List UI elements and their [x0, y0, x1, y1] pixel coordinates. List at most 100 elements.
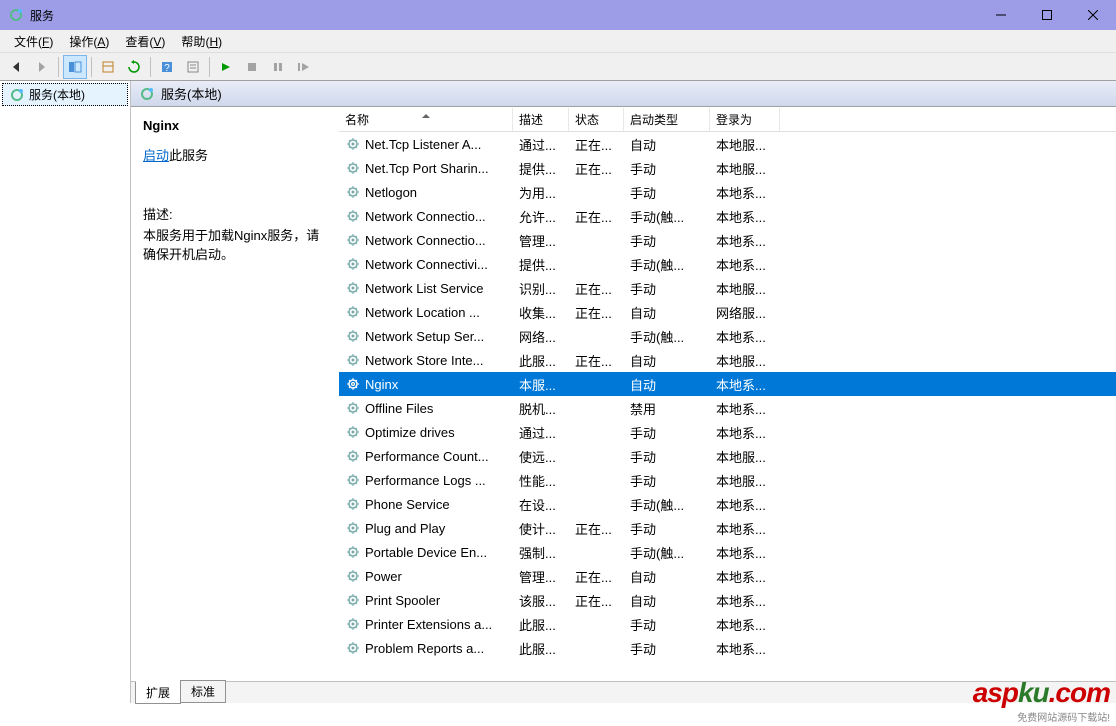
service-startup: 自动 [624, 348, 710, 372]
service-status [569, 612, 624, 636]
service-startup: 手动(触... [624, 252, 710, 276]
service-row[interactable]: Offline Files脱机...禁用本地系... [339, 396, 1116, 420]
service-row[interactable]: Optimize drives通过...手动本地系... [339, 420, 1116, 444]
service-name: Phone Service [365, 497, 450, 512]
start-service-button[interactable] [214, 55, 238, 79]
service-row[interactable]: Phone Service在设...手动(触...本地系... [339, 492, 1116, 516]
service-startup: 自动 [624, 372, 710, 396]
col-name[interactable]: 名称 [339, 108, 513, 131]
service-startup: 自动 [624, 300, 710, 324]
service-row[interactable]: Netlogon为用...手动本地系... [339, 180, 1116, 204]
service-name: Net.Tcp Port Sharin... [365, 161, 489, 176]
service-status: 正在... [569, 516, 624, 540]
service-desc: 此服... [513, 612, 569, 636]
service-startup: 手动(触... [624, 204, 710, 228]
gear-icon [345, 328, 361, 344]
service-status [569, 492, 624, 516]
service-row[interactable]: Network Connectio...允许...正在...手动(触...本地系… [339, 204, 1116, 228]
service-logon: 本地系... [710, 180, 780, 204]
minimize-button[interactable] [978, 0, 1024, 30]
gear-icon [345, 496, 361, 512]
service-startup: 手动 [624, 444, 710, 468]
col-startup[interactable]: 启动类型 [624, 108, 710, 131]
service-row[interactable]: Network Location ...收集...正在...自动网络服... [339, 300, 1116, 324]
service-row[interactable]: Network Connectio...管理...手动本地系... [339, 228, 1116, 252]
service-name: Network Store Inte... [365, 353, 484, 368]
menu-action[interactable]: 操作(A) [61, 31, 117, 52]
service-desc: 识别... [513, 276, 569, 300]
restart-service-button[interactable] [292, 55, 316, 79]
service-row[interactable]: Problem Reports a...此服...手动本地系... [339, 636, 1116, 660]
show-hide-tree-button[interactable] [63, 55, 87, 79]
export-button[interactable] [96, 55, 120, 79]
service-logon: 本地服... [710, 348, 780, 372]
service-logon: 本地系... [710, 588, 780, 612]
service-row[interactable]: Plug and Play使计...正在...手动本地系... [339, 516, 1116, 540]
service-name: Nginx [365, 377, 398, 392]
service-startup: 手动 [624, 276, 710, 300]
pane-header-label: 服务(本地) [161, 84, 222, 103]
service-status [569, 324, 624, 348]
service-row[interactable]: Network Connectivi...提供...手动(触...本地系... [339, 252, 1116, 276]
service-startup: 禁用 [624, 396, 710, 420]
help-button[interactable]: ? [155, 55, 179, 79]
service-desc: 性能... [513, 468, 569, 492]
service-name: Netlogon [365, 185, 417, 200]
col-status[interactable]: 状态 [569, 108, 624, 131]
forward-button[interactable] [30, 55, 54, 79]
service-row[interactable]: Performance Count...使远...手动本地服... [339, 444, 1116, 468]
tab-standard[interactable]: 标准 [180, 680, 226, 703]
gear-icon [345, 256, 361, 272]
tree-root-node[interactable]: 服务(本地) [2, 83, 128, 106]
service-desc: 本服... [513, 372, 569, 396]
service-row[interactable]: Network Setup Ser...网络...手动(触...本地系... [339, 324, 1116, 348]
close-button[interactable] [1070, 0, 1116, 30]
start-service-link[interactable]: 启动 [143, 148, 169, 163]
service-name: Offline Files [365, 401, 433, 416]
service-row[interactable]: Print Spooler该服...正在...自动本地系... [339, 588, 1116, 612]
service-row[interactable]: Power管理...正在...自动本地系... [339, 564, 1116, 588]
service-logon: 本地服... [710, 468, 780, 492]
service-row[interactable]: Portable Device En...强制...手动(触...本地系... [339, 540, 1116, 564]
col-desc[interactable]: 描述 [513, 108, 569, 131]
service-name: Performance Logs ... [365, 473, 486, 488]
service-startup: 手动(触... [624, 324, 710, 348]
service-desc: 此服... [513, 348, 569, 372]
service-row[interactable]: Net.Tcp Port Sharin...提供...正在...手动本地服... [339, 156, 1116, 180]
service-logon: 本地系... [710, 372, 780, 396]
service-name: Problem Reports a... [365, 641, 484, 656]
service-status [569, 372, 624, 396]
services-list[interactable]: 名称 描述 状态 启动类型 登录为 Net.Tcp Listener A...通… [339, 108, 1116, 681]
col-logon[interactable]: 登录为 [710, 108, 780, 131]
service-startup: 手动 [624, 180, 710, 204]
service-name: Network Connectio... [365, 233, 486, 248]
service-logon: 本地系... [710, 420, 780, 444]
gear-icon [345, 424, 361, 440]
stop-service-button[interactable] [240, 55, 264, 79]
service-startup: 手动(触... [624, 540, 710, 564]
properties-button[interactable] [181, 55, 205, 79]
service-status: 正在... [569, 276, 624, 300]
service-row[interactable]: Printer Extensions a...此服...手动本地系... [339, 612, 1116, 636]
service-status [569, 420, 624, 444]
service-row[interactable]: Net.Tcp Listener A...通过...正在...自动本地服... [339, 132, 1116, 156]
refresh-button[interactable] [122, 55, 146, 79]
menu-file[interactable]: 文件(F) [6, 31, 61, 52]
pause-service-button[interactable] [266, 55, 290, 79]
menu-view[interactable]: 查看(V) [117, 31, 173, 52]
service-row[interactable]: Nginx 本服... 自动本地系... [339, 372, 1116, 396]
service-logon: 本地系... [710, 540, 780, 564]
gear-icon [345, 160, 361, 176]
menu-help[interactable]: 帮助(H) [173, 31, 230, 52]
service-row[interactable]: Network Store Inte...此服...正在...自动本地服... [339, 348, 1116, 372]
service-row[interactable]: Performance Logs ...性能...手动本地服... [339, 468, 1116, 492]
maximize-button[interactable] [1024, 0, 1070, 30]
back-button[interactable] [4, 55, 28, 79]
service-logon: 本地服... [710, 156, 780, 180]
gear-icon [345, 568, 361, 584]
selected-service-name: Nginx [143, 118, 327, 133]
tab-extended[interactable]: 扩展 [135, 681, 181, 704]
gear-icon [345, 448, 361, 464]
service-startup: 手动 [624, 228, 710, 252]
service-row[interactable]: Network List Service识别...正在...手动本地服... [339, 276, 1116, 300]
